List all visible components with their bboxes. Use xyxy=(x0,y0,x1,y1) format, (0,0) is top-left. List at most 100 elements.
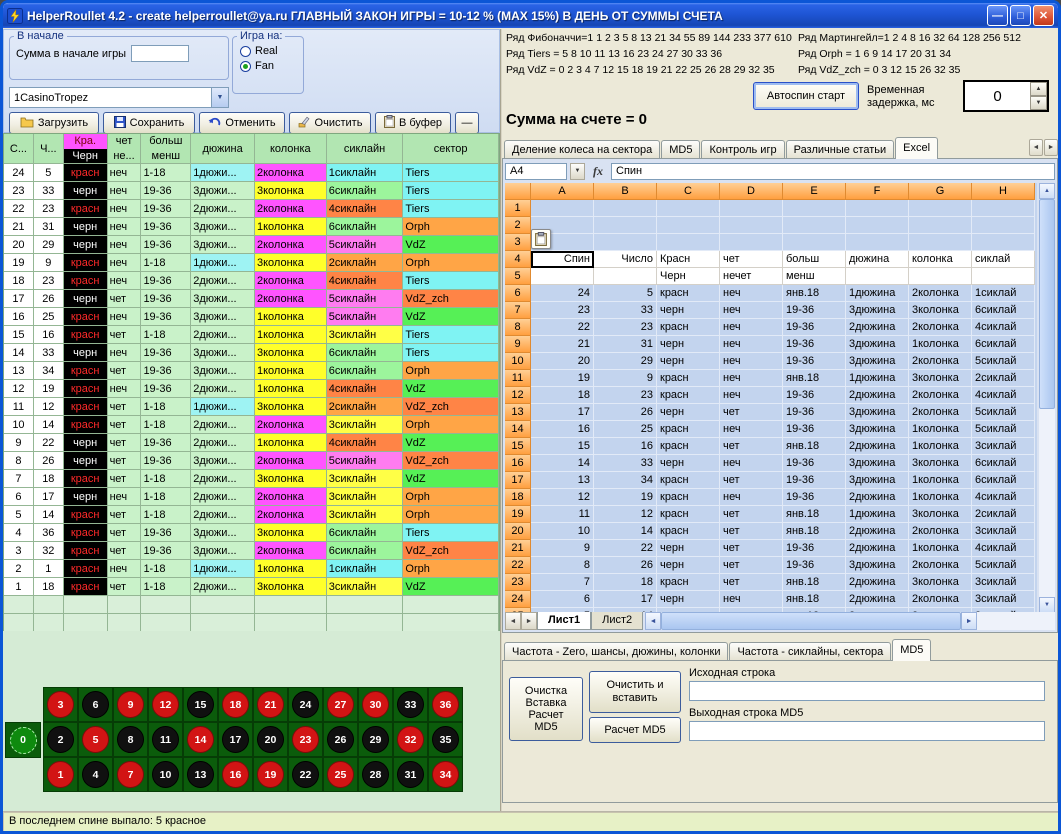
excel-cell-F18[interactable]: 2дюжина xyxy=(846,489,909,506)
excel-cell-E21[interactable]: 19-36 xyxy=(783,540,846,557)
cell-name-box[interactable]: A4 xyxy=(505,163,567,180)
roulette-cell-16[interactable]: 16 xyxy=(218,757,253,792)
excel-cell-B9[interactable]: 31 xyxy=(594,336,657,353)
cell-color[interactable]: красн xyxy=(64,470,108,488)
cell-color[interactable]: красн xyxy=(64,524,108,542)
excel-cell-G10[interactable]: 2колонка xyxy=(909,353,972,370)
excel-cell-E4[interactable]: больш xyxy=(783,251,846,268)
roulette-cell-36[interactable]: 36 xyxy=(428,687,463,722)
roulette-cell-32[interactable]: 32 xyxy=(393,722,428,757)
main-tab-1[interactable]: MD5 xyxy=(661,140,700,159)
excel-cell-F6[interactable]: 1дюжина xyxy=(846,285,909,302)
empty-cell[interactable] xyxy=(403,596,499,614)
excel-cell-G1[interactable] xyxy=(909,200,972,217)
excel-cell-H22[interactable]: 5сиклай xyxy=(972,557,1035,574)
empty-cell[interactable] xyxy=(4,596,34,614)
cell-dozen[interactable]: 1дюжи... xyxy=(191,254,255,272)
excel-cell-G8[interactable]: 2колонка xyxy=(909,319,972,336)
roulette-number-3[interactable]: 3 xyxy=(47,691,74,718)
cell-color[interactable]: красн xyxy=(64,542,108,560)
excel-cell-D2[interactable] xyxy=(720,217,783,234)
excel-cell-C7[interactable]: черн xyxy=(657,302,720,319)
excel-cell-D1[interactable] xyxy=(720,200,783,217)
excel-cell-A12[interactable]: 18 xyxy=(531,387,594,404)
cell-number[interactable]: 31 xyxy=(34,218,64,236)
cell-color[interactable]: черн xyxy=(64,290,108,308)
cell-dozen[interactable]: 2дюжи... xyxy=(191,578,255,596)
cell-sixline[interactable]: 3сиклайн xyxy=(327,470,404,488)
delay-up-button[interactable]: ▲ xyxy=(1030,82,1047,96)
excel-cell-E2[interactable] xyxy=(783,217,846,234)
cell-spin[interactable]: 5 xyxy=(4,506,34,524)
excel-cell-E10[interactable]: 19-36 xyxy=(783,353,846,370)
table-row[interactable]: 21красннеч1-181дюжи...1колонка1сиклайнOr… xyxy=(4,560,499,578)
minimize-button[interactable]: — xyxy=(987,5,1008,26)
excel-cell-D10[interactable]: неч xyxy=(720,353,783,370)
cell-number[interactable]: 22 xyxy=(34,434,64,452)
cell-range[interactable]: 1-18 xyxy=(141,416,191,434)
combo-dropdown-icon[interactable]: ▼ xyxy=(211,88,228,107)
cell-color[interactable]: красн xyxy=(64,398,108,416)
cell-column[interactable]: 3колонка xyxy=(255,470,327,488)
roulette-cell-34[interactable]: 34 xyxy=(428,757,463,792)
excel-cell-A16[interactable]: 14 xyxy=(531,455,594,472)
roulette-cell-4[interactable]: 4 xyxy=(78,757,113,792)
excel-cell-E12[interactable]: 19-36 xyxy=(783,387,846,404)
cell-color[interactable]: красн xyxy=(64,380,108,398)
cell-sector[interactable]: Orph xyxy=(403,254,499,272)
roulette-cell-17[interactable]: 17 xyxy=(218,722,253,757)
cell-parity[interactable]: неч xyxy=(108,164,142,182)
cell-color[interactable]: черн xyxy=(64,182,108,200)
roulette-cell-35[interactable]: 35 xyxy=(428,722,463,757)
excel-cell-A13[interactable]: 17 xyxy=(531,404,594,421)
cell-sector[interactable]: VdZ xyxy=(403,236,499,254)
source-string-input[interactable] xyxy=(689,681,1045,701)
excel-cell-B20[interactable]: 14 xyxy=(594,523,657,540)
cell-sixline[interactable]: 3сиклайн xyxy=(327,488,404,506)
excel-cell-E19[interactable]: янв.18 xyxy=(783,506,846,523)
cell-column[interactable]: 3колонка xyxy=(255,578,327,596)
excel-cell-G3[interactable] xyxy=(909,234,972,251)
cell-sector[interactable]: Tiers xyxy=(403,164,499,182)
cell-sector[interactable]: Orph xyxy=(403,488,499,506)
main-tab-4[interactable]: Excel xyxy=(895,137,938,159)
column-header[interactable]: четне... xyxy=(108,134,142,164)
excel-cell-C24[interactable]: черн xyxy=(657,591,720,608)
excel-cell-G13[interactable]: 2колонка xyxy=(909,404,972,421)
cell-number[interactable]: 12 xyxy=(34,398,64,416)
cell-number[interactable]: 33 xyxy=(34,182,64,200)
excel-cell-H4[interactable]: сиклай xyxy=(972,251,1035,268)
column-header[interactable]: Ч... xyxy=(34,134,64,164)
roulette-number-19[interactable]: 19 xyxy=(257,761,284,788)
cell-range[interactable]: 1-18 xyxy=(141,164,191,182)
roulette-cell-23[interactable]: 23 xyxy=(288,722,323,757)
excel-cell-E3[interactable] xyxy=(783,234,846,251)
cell-parity[interactable]: чет xyxy=(108,290,142,308)
excel-cell-B7[interactable]: 33 xyxy=(594,302,657,319)
excel-vertical-scrollbar[interactable]: ▲ ▼ xyxy=(1039,183,1055,613)
cell-sixline[interactable]: 5сиклайн xyxy=(327,236,404,254)
empty-cell[interactable] xyxy=(64,596,108,614)
roulette-number-25[interactable]: 25 xyxy=(327,761,354,788)
roulette-cell-13[interactable]: 13 xyxy=(183,757,218,792)
cell-parity[interactable]: неч xyxy=(108,218,142,236)
cell-color[interactable]: красн xyxy=(64,326,108,344)
excel-cell-H12[interactable]: 4сиклай xyxy=(972,387,1035,404)
cell-sector[interactable]: Orph xyxy=(403,560,499,578)
excel-cell-A24[interactable]: 6 xyxy=(531,591,594,608)
cell-dozen[interactable]: 2дюжи... xyxy=(191,488,255,506)
excel-cell-C8[interactable]: красн xyxy=(657,319,720,336)
excel-row-header-9[interactable]: 9 xyxy=(505,336,531,353)
roulette-number-0[interactable]: 0 xyxy=(10,727,37,754)
cell-spin[interactable]: 1 xyxy=(4,578,34,596)
cell-spin[interactable]: 15 xyxy=(4,326,34,344)
roulette-number-4[interactable]: 4 xyxy=(82,761,109,788)
roulette-number-26[interactable]: 26 xyxy=(327,726,354,753)
roulette-number-16[interactable]: 16 xyxy=(222,761,249,788)
excel-cell-G15[interactable]: 1колонка xyxy=(909,438,972,455)
cell-parity[interactable]: неч xyxy=(108,308,142,326)
cell-sector[interactable]: Tiers xyxy=(403,524,499,542)
cell-range[interactable]: 19-36 xyxy=(141,452,191,470)
cell-sector[interactable]: VdZ_zch xyxy=(403,398,499,416)
cell-dozen[interactable]: 1дюжи... xyxy=(191,164,255,182)
